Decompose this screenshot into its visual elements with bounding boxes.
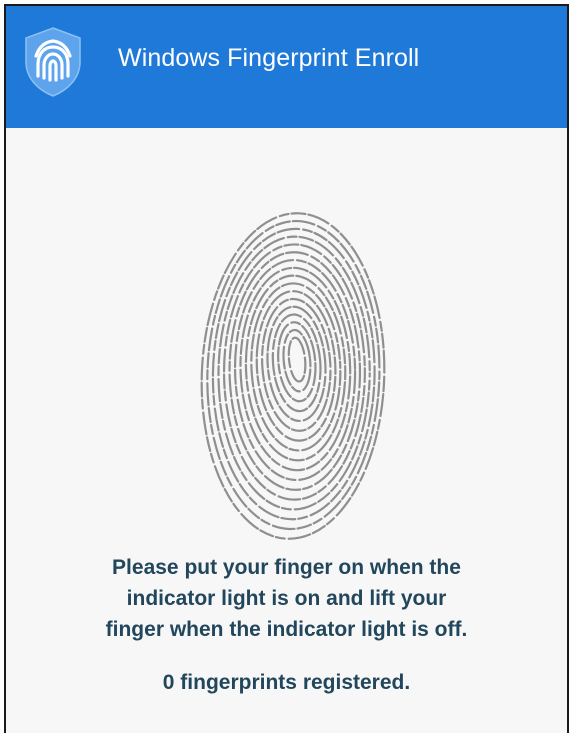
title-bar: Windows Fingerprint Enroll xyxy=(6,6,567,128)
enroll-content: Please put your finger on when the indic… xyxy=(6,128,567,733)
registration-status: 0 fingerprints registered. xyxy=(162,671,411,694)
instruction-line: finger when the indicator light is off. xyxy=(105,618,468,641)
fingerprint-ridge xyxy=(287,336,307,383)
instruction-line: Please put your finger on when the xyxy=(112,556,461,579)
window-title: Windows Fingerprint Enroll xyxy=(118,44,420,72)
instruction-line: indicator light is on and lift your xyxy=(126,587,447,610)
fingerprint-icon xyxy=(200,212,386,540)
instruction-text: Please put your finger on when the indic… xyxy=(46,552,527,645)
fingerprint-shield-icon xyxy=(25,27,81,97)
fingerprint-ridge xyxy=(244,274,347,462)
enroll-window: Windows Fingerprint Enroll Please put yo… xyxy=(4,4,569,733)
